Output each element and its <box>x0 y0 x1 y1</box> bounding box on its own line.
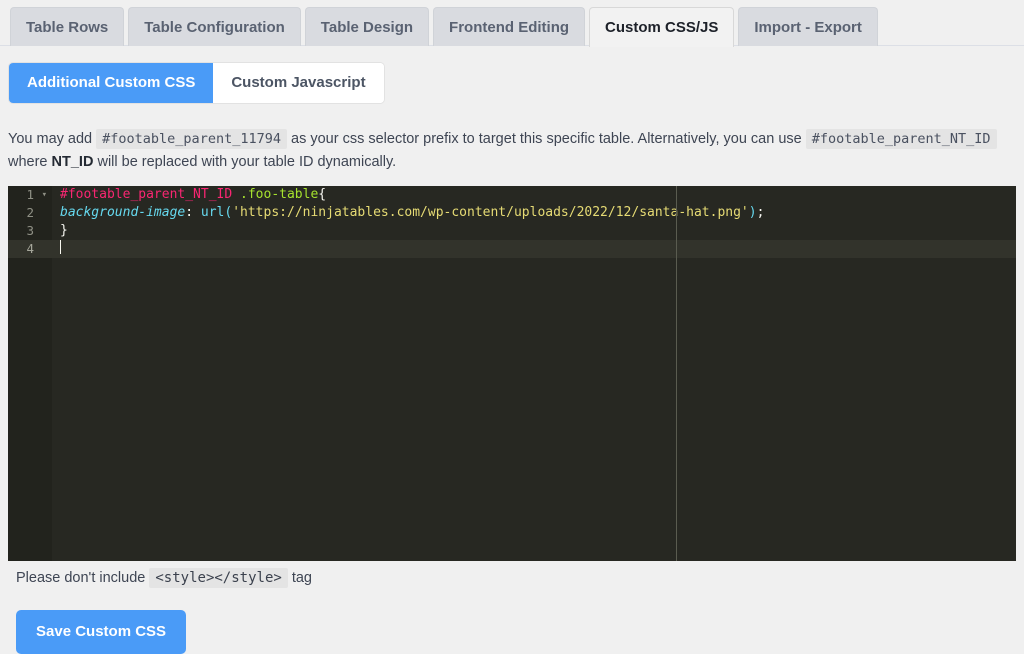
code-line-2[interactable]: background-image: url('https://ninjatabl… <box>52 204 1016 222</box>
css-semicolon-token: ; <box>756 205 765 220</box>
css-colon-token: : <box>185 205 201 220</box>
css-js-subtab-group: Additional Custom CSS Custom Javascript <box>8 62 385 104</box>
tab-table-rows[interactable]: Table Rows <box>10 7 125 46</box>
css-url-close-token: ) <box>748 205 757 220</box>
help-text-part-2: as your css selector prefix to target th… <box>291 131 802 147</box>
selector-help-text: You may add #footable_parent_11794 as yo… <box>8 128 1016 174</box>
subtab-custom-javascript[interactable]: Custom Javascript <box>213 63 384 103</box>
tab-import-export[interactable]: Import - Export <box>738 7 878 46</box>
css-selector-token: #footable_parent_NT_ID <box>60 187 233 202</box>
code-line-4[interactable] <box>52 240 1016 258</box>
css-class-token: .foo-table <box>232 187 319 202</box>
code-line-3[interactable]: } <box>52 222 1016 240</box>
line-number: 1 <box>26 187 34 202</box>
style-tag-chip: <style></style> <box>149 568 288 588</box>
editor-print-margin-ruler <box>676 186 677 561</box>
help-text-part-1: You may add <box>8 131 93 147</box>
tab-table-configuration[interactable]: Table Configuration <box>128 7 301 46</box>
save-custom-css-button[interactable]: Save Custom CSS <box>16 610 187 654</box>
tab-table-design[interactable]: Table Design <box>304 7 430 46</box>
line-number: 4 <box>26 241 34 256</box>
warning-suffix: tag <box>291 570 313 586</box>
save-bar: Save Custom CSS <box>16 610 1016 654</box>
custom-css-panel: Additional Custom CSS Custom Javascript … <box>0 46 1024 654</box>
css-property-token: background-image <box>60 205 186 220</box>
selector-chip-table-id: #footable_parent_11794 <box>96 129 287 149</box>
gutter-line-4: 4 <box>8 240 52 258</box>
fold-arrow-icon[interactable]: ▾ <box>42 186 47 204</box>
main-tab-bar: Table Rows Table Configuration Table Des… <box>0 0 1024 47</box>
css-open-brace-token: { <box>318 187 327 202</box>
line-number: 3 <box>26 223 34 238</box>
css-code-editor[interactable]: ▾ 1 2 3 4 #footable_parent_NT_ID .foo-ta… <box>8 186 1016 561</box>
gutter-line-2: 2 <box>8 204 52 222</box>
css-url-function-token: url( <box>200 205 233 220</box>
gutter-line-3: 3 <box>8 222 52 240</box>
gutter-line-1: ▾ 1 <box>8 186 52 204</box>
help-text-nt-id-bold: NT_ID <box>51 154 94 170</box>
text-cursor <box>60 240 61 254</box>
warning-prefix: Please don't include <box>16 570 146 586</box>
css-url-string-token: 'https://ninjatables.com/wp-content/uplo… <box>232 205 749 220</box>
help-text-part-3: where <box>8 154 48 170</box>
style-tag-warning: Please don't include <style></style> tag <box>16 568 1016 588</box>
subtab-additional-custom-css[interactable]: Additional Custom CSS <box>9 63 214 103</box>
editor-gutter: ▾ 1 2 3 4 <box>8 186 52 561</box>
help-text-part-4: will be replaced with your table ID dyna… <box>97 154 397 170</box>
code-line-1[interactable]: #footable_parent_NT_ID .foo-table{ <box>52 186 1016 204</box>
selector-chip-nt-id: #footable_parent_NT_ID <box>805 129 997 149</box>
css-close-brace-token: } <box>60 223 68 238</box>
tab-frontend-editing[interactable]: Frontend Editing <box>433 7 586 46</box>
tab-custom-css-js[interactable]: Custom CSS/JS <box>589 7 735 47</box>
line-number: 2 <box>26 205 34 220</box>
editor-code-area[interactable]: #footable_parent_NT_ID .foo-table{ backg… <box>52 186 1016 561</box>
